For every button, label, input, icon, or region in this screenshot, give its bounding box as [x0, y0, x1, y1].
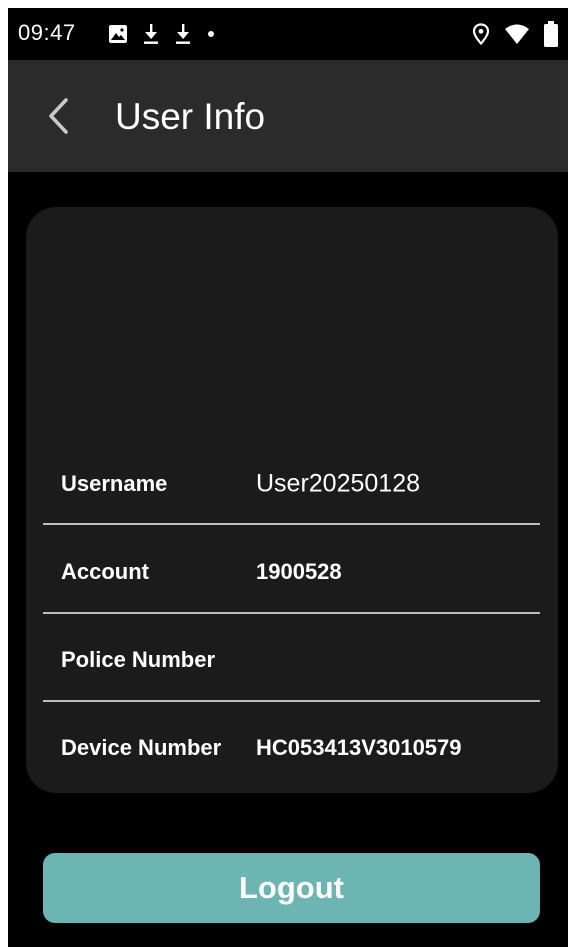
download-icon: [142, 23, 160, 45]
account-value: 1900528: [256, 559, 342, 584]
info-row-username: Username User20250128: [43, 440, 540, 528]
chevron-left-icon: [46, 96, 70, 136]
logout-button[interactable]: Logout: [43, 853, 540, 923]
back-button[interactable]: [34, 88, 82, 144]
page-title: User Info: [115, 96, 266, 137]
image-icon: [108, 24, 128, 44]
user-info-card: Username User20250128 Account 1900528 Po…: [26, 207, 558, 793]
username-label: Username: [61, 471, 168, 496]
wifi-icon: [504, 23, 530, 45]
device-number-label: Device Number: [61, 735, 222, 760]
info-row-account: Account 1900528: [43, 528, 540, 616]
police-number-label: Police Number: [61, 647, 216, 672]
app-bar: User Info: [8, 60, 568, 172]
status-notification-icons: [108, 20, 216, 48]
account-label: Account: [61, 559, 149, 584]
battery-icon: [544, 21, 558, 47]
user-info-screen: 09:47 User Info Username User20250128 Ac…: [8, 8, 568, 947]
status-time: 09:47: [18, 20, 76, 45]
username-value: User20250128: [256, 469, 421, 498]
divider: [43, 523, 540, 525]
status-system-icons: [472, 20, 558, 48]
divider: [43, 700, 540, 702]
status-bar: 09:47: [8, 8, 568, 60]
divider: [43, 612, 540, 614]
device-number-value: HC053413V3010579: [256, 735, 462, 760]
info-row-device-number: Device Number HC053413V3010579: [43, 704, 540, 792]
dot-icon: [206, 29, 216, 39]
location-icon: [472, 23, 490, 45]
info-row-police-number: Police Number: [43, 616, 540, 704]
download-icon: [174, 23, 192, 45]
